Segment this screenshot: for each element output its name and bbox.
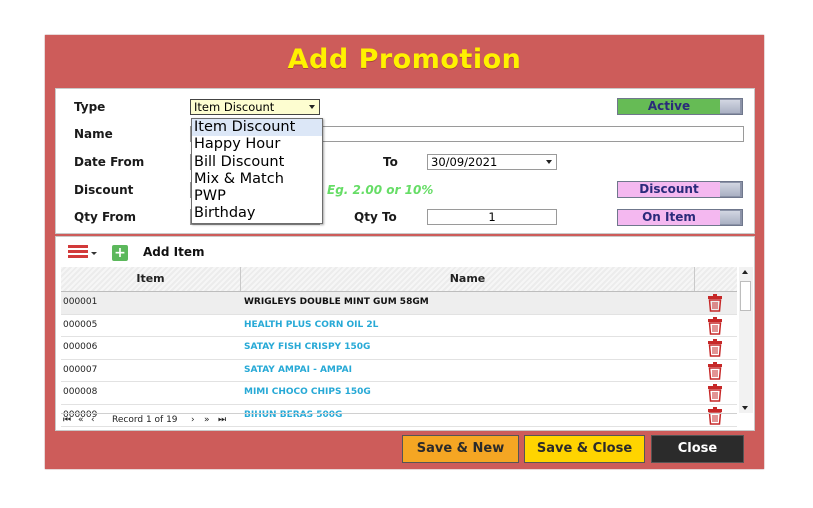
column-header-name[interactable]: Name [241,267,695,291]
promotion-form: Type Item Discount Active Name Date From… [55,88,755,234]
record-navigator: ⏮ « ‹ Record 1 of 19 › » ⏭ [61,413,737,428]
add-item-button[interactable]: Add Item [143,245,205,259]
item-code: 000005 [63,319,98,330]
type-select-value: Item Discount [194,100,275,114]
discount-label: Discount [74,183,134,197]
close-button[interactable]: Close [651,435,744,463]
date-to-select[interactable]: 30/09/2021 [427,154,557,170]
qty-from-label: Qty From [74,210,137,224]
table-row[interactable]: 000005 HEALTH PLUS CORN OIL 2L [61,315,737,337]
item-name: SATAY AMPAI - AMPAI [244,364,352,375]
scroll-down-icon[interactable] [742,406,748,410]
type-select[interactable]: Item Discount [190,99,320,115]
type-option-bill-discount[interactable]: Bill Discount [192,154,322,171]
chevron-down-icon [546,160,552,164]
qty-to-label: Qty To [354,210,397,224]
item-code: 000007 [63,364,98,375]
toggle-grip [720,183,740,196]
item-name: WRIGLEYS DOUBLE MINT GUM 58GM [244,297,429,307]
next-page-icon[interactable]: » [204,415,210,425]
first-record-icon[interactable]: ⏮ [63,415,71,425]
item-name: HEALTH PLUS CORN OIL 2L [244,319,379,330]
toggle-grip [720,211,740,224]
qty-to-input[interactable]: 1 [427,209,557,225]
prev-page-icon[interactable]: « [78,415,84,425]
active-toggle-label: Active [618,99,720,114]
on-item-toggle-label: On Item [618,210,720,225]
active-toggle[interactable]: Active [617,98,743,115]
to-label: To [383,155,398,169]
scroll-up-icon[interactable] [742,270,748,274]
table-row[interactable]: 000007 SATAY AMPAI - AMPAI [61,360,737,382]
grid-header: Item Name [61,267,737,292]
date-to-value: 30/09/2021 [431,155,498,169]
add-icon[interactable]: + [112,245,128,261]
add-promotion-dialog: Add Promotion Type Item Discount Active … [45,35,764,469]
next-record-icon[interactable]: › [191,415,195,425]
table-row[interactable]: 000001 WRIGLEYS DOUBLE MINT GUM 58GM [61,292,737,315]
type-label: Type [74,100,106,114]
type-option-item-discount[interactable]: Item Discount [192,119,322,137]
record-counter: Record 1 of 19 [112,415,178,425]
prev-record-icon[interactable]: ‹ [91,415,95,425]
item-code: 000001 [63,297,98,307]
grid-rows: 000001 WRIGLEYS DOUBLE MINT GUM 58GM 000… [61,292,737,427]
type-option-pwp[interactable]: PWP [192,188,322,205]
item-code: 000006 [63,342,98,352]
table-row[interactable]: 000006 SATAY FISH CRISPY 150G [61,337,737,360]
caret-down-icon[interactable] [91,252,97,255]
type-option-birthday[interactable]: Birthday [192,205,322,222]
type-option-mix-match[interactable]: Mix & Match [192,171,322,188]
trash-icon[interactable] [706,361,724,380]
trash-icon[interactable] [706,384,724,402]
save-and-close-button[interactable]: Save & Close [524,435,645,463]
item-name: SATAY FISH CRISPY 150G [244,342,371,352]
discount-hint: Eg. 2.00 or 10% [327,183,434,197]
dialog-title: Add Promotion [287,44,522,75]
column-header-item[interactable]: Item [61,267,241,291]
scrollbar-thumb[interactable] [740,281,751,311]
item-code: 000008 [63,387,98,397]
trash-icon[interactable] [706,294,724,312]
item-name: MIMI CHOCO CHIPS 150G [244,387,371,397]
save-and-new-button[interactable]: Save & New [402,435,519,463]
type-dropdown-list: Item Discount Happy Hour Bill Discount M… [191,118,323,224]
last-record-icon[interactable]: ⏭ [218,415,226,425]
type-option-happy-hour[interactable]: Happy Hour [192,136,322,153]
name-label: Name [74,127,113,141]
table-row[interactable]: 000008 MIMI CHOCO CHIPS 150G [61,382,737,405]
trash-icon[interactable] [706,339,724,357]
menu-icon[interactable] [68,245,88,259]
discount-toggle[interactable]: Discount [617,181,743,198]
vertical-scrollbar[interactable] [739,267,753,413]
date-from-label: Date From [74,155,145,169]
chevron-down-icon [309,105,315,109]
column-header-action [695,267,737,291]
toggle-grip [720,100,740,113]
items-grid-panel: + Add Item Item Name 000001 WRIGLEYS DOU… [55,236,755,431]
on-item-toggle[interactable]: On Item [617,209,743,226]
discount-toggle-label: Discount [618,182,720,197]
trash-icon[interactable] [706,316,724,335]
grid-toolbar: + Add Item [56,237,754,265]
